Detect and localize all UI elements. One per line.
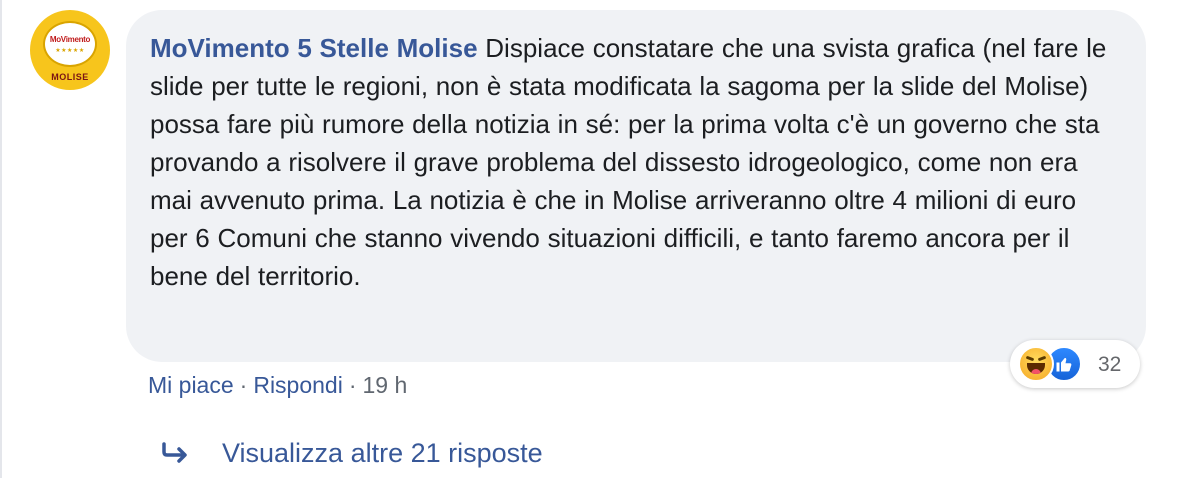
comment-author-link[interactable]: MoVimento 5 Stelle Molise — [150, 33, 478, 63]
reactions-summary[interactable]: 32 — [1010, 340, 1140, 388]
reply-arrow-icon — [162, 442, 187, 463]
avatar[interactable]: MoVimento ★★★★★ MOLISE — [30, 10, 110, 90]
action-separator: · — [348, 372, 357, 398]
comment-timestamp[interactable]: 19 h — [363, 372, 408, 398]
reaction-count: 32 — [1098, 353, 1122, 376]
logo-text: MoVimento — [49, 35, 91, 44]
avatar-region-label: MOLISE — [51, 72, 89, 82]
comment-text: Dispiace constatare che una svista grafi… — [150, 33, 1107, 291]
comment-bubble: MoVimento 5 Stelle Molise Dispiace const… — [126, 10, 1146, 362]
logo-badge-icon: MoVimento ★★★★★ — [43, 21, 97, 67]
left-border — [0, 0, 2, 478]
haha-reaction-icon — [1018, 346, 1054, 382]
logo-stars: ★★★★★ — [55, 48, 85, 54]
view-more-replies-label[interactable]: Visualizza altre 21 risposte — [222, 435, 543, 471]
comment-actions: Mi piace · Rispondi · 19 h — [148, 368, 407, 402]
action-separator: · — [239, 372, 248, 398]
like-button[interactable]: Mi piace — [148, 372, 234, 398]
reply-button[interactable]: Rispondi — [253, 372, 343, 398]
comment-body: MoVimento 5 Stelle Molise Dispiace const… — [150, 29, 1120, 295]
